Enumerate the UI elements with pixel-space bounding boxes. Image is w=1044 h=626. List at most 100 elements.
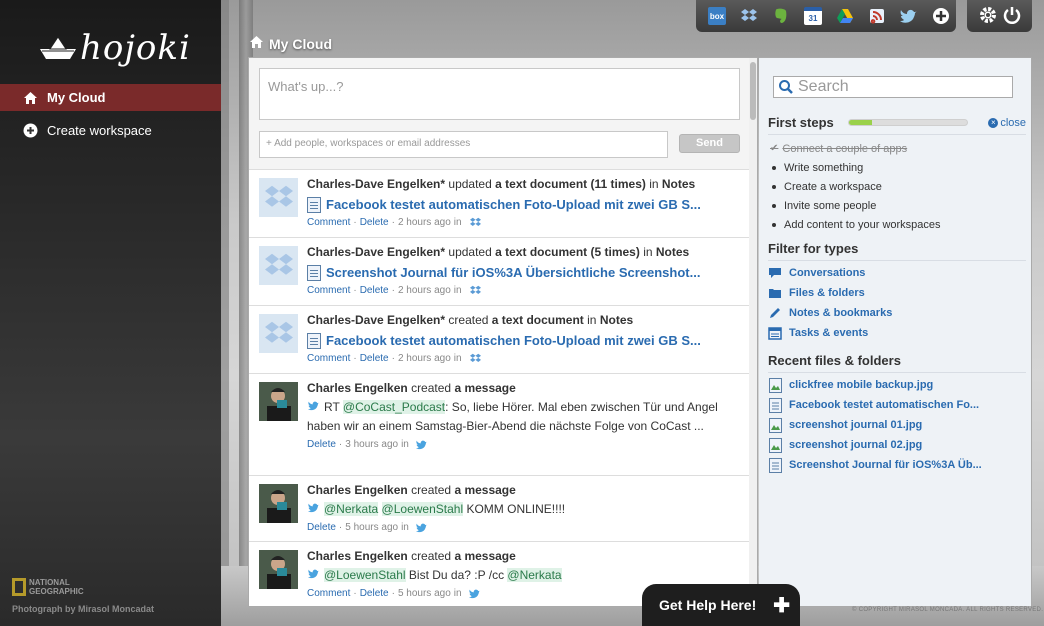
search-icon xyxy=(779,80,793,94)
twitter-icon xyxy=(416,439,429,450)
right-sidebar: Search First steps × close ✔ Connect a cou… xyxy=(759,57,1032,607)
step-item[interactable]: Create a workspace xyxy=(768,177,1026,196)
filter-files-folders[interactable]: Files & folders xyxy=(768,283,1026,303)
twitter-icon[interactable] xyxy=(896,3,922,29)
comment-link[interactable]: Comment xyxy=(307,353,350,364)
mention-link[interactable]: @LoewenStahl xyxy=(381,502,464,516)
status-input[interactable]: What's up...? xyxy=(259,68,740,120)
close-first-steps-button[interactable]: × close xyxy=(988,117,1026,129)
dropbox-icon xyxy=(469,285,482,296)
twitter-icon xyxy=(416,522,429,533)
get-help-button[interactable]: Get Help Here! ✚ xyxy=(642,584,800,626)
step-item[interactable]: Invite some people xyxy=(768,196,1026,215)
sidebar-item-label: Create workspace xyxy=(47,123,152,138)
evernote-icon[interactable] xyxy=(768,3,794,29)
recent-file-item[interactable]: clickfree mobile backup.jpg xyxy=(768,375,1026,395)
timestamp: 3 hours ago xyxy=(345,439,399,450)
author-link[interactable]: Charles Engelken xyxy=(307,483,408,497)
feed-item-header: Charles-Dave Engelken* updated a text do… xyxy=(307,177,696,191)
recent-files-list: clickfree mobile backup.jpg Facebook tes… xyxy=(768,375,1026,475)
delete-link[interactable]: Delete xyxy=(360,217,389,228)
message-text: @Nerkata @LoewenStahl KOMM ONLINE!!!! xyxy=(307,500,747,519)
document-link[interactable]: Screenshot Journal für iOS%3A Übersichtl… xyxy=(307,264,747,282)
document-icon xyxy=(768,397,782,413)
pencil-icon xyxy=(768,306,782,320)
recent-header: Recent files & folders xyxy=(768,353,1026,373)
delete-link[interactable]: Delete xyxy=(360,285,389,296)
step-item[interactable]: Write something xyxy=(768,158,1026,177)
dropbox-avatar xyxy=(259,314,298,353)
document-link[interactable]: Facebook testet automatischen Foto-Uploa… xyxy=(307,196,747,214)
delete-link[interactable]: Delete xyxy=(360,588,389,599)
search-input[interactable]: Search xyxy=(773,76,1013,98)
target-link[interactable]: Notes xyxy=(656,245,689,259)
avatar[interactable] xyxy=(259,382,298,421)
document-icon xyxy=(768,457,782,473)
document-icon xyxy=(307,265,321,281)
recent-file-item[interactable]: screenshot journal 02.jpg xyxy=(768,435,1026,455)
first-steps-list: ✔ Connect a couple of apps Write somethin… xyxy=(768,139,1026,234)
delete-link[interactable]: Delete xyxy=(307,522,336,533)
rss-icon[interactable] xyxy=(864,3,890,29)
filter-conversations[interactable]: Conversations xyxy=(768,263,1026,283)
document-link[interactable]: Facebook testet automatischen Foto-Uploa… xyxy=(307,332,747,350)
speech-bubble-icon xyxy=(768,266,782,280)
send-button[interactable]: Send xyxy=(679,134,740,153)
add-people-input[interactable]: + Add people, workspaces or email addres… xyxy=(259,131,668,158)
sidebar-item-my-cloud[interactable]: My Cloud xyxy=(0,84,221,111)
delete-link[interactable]: Delete xyxy=(307,439,336,450)
timestamp: 5 hours ago xyxy=(345,522,399,533)
sidebar-item-create-workspace[interactable]: Create workspace xyxy=(0,117,221,144)
filter-tasks-events[interactable]: Tasks & events xyxy=(768,323,1026,343)
author-link[interactable]: Charles Engelken xyxy=(307,381,408,395)
first-steps-progress xyxy=(847,119,968,126)
mention-link[interactable]: @Nerkata xyxy=(507,568,562,582)
feed-item-meta: Delete · 5 hours ago in xyxy=(307,522,747,533)
add-service-icon[interactable] xyxy=(928,3,954,29)
mention-link[interactable]: @LoewenStahl xyxy=(324,568,406,582)
filter-header: Filter for types xyxy=(768,241,1026,261)
gear-icon[interactable] xyxy=(978,5,998,28)
recent-file-item[interactable]: Facebook testet automatischen Fo... xyxy=(768,395,1026,415)
timestamp: 5 hours ago xyxy=(397,588,451,599)
filter-notes-bookmarks[interactable]: Notes & bookmarks xyxy=(768,303,1026,323)
feed-item-header: Charles Engelken created a message xyxy=(307,483,516,497)
avatar[interactable] xyxy=(259,550,298,589)
author-link[interactable]: Charles-Dave Engelken* xyxy=(307,177,445,191)
message-text: @LoewenStahl Bist Du da? :P /cc @Nerkata xyxy=(307,566,747,585)
author-link[interactable]: Charles-Dave Engelken* xyxy=(307,245,445,259)
scrollbar-thumb[interactable] xyxy=(750,62,756,120)
google-calendar-icon[interactable]: 31 xyxy=(800,3,826,29)
paper-boat-icon xyxy=(40,36,76,59)
avatar[interactable] xyxy=(259,484,298,523)
google-drive-icon[interactable] xyxy=(832,3,858,29)
app-logo[interactable]: hojoki xyxy=(38,28,191,68)
author-link[interactable]: Charles-Dave Engelken* xyxy=(307,313,445,327)
recent-file-item[interactable]: screenshot journal 01.jpg xyxy=(768,415,1026,435)
mention-link[interactable]: @CoCast_Podcast xyxy=(342,400,446,414)
box-icon[interactable]: box xyxy=(704,3,730,29)
author-link[interactable]: Charles Engelken xyxy=(307,549,408,563)
target-link[interactable]: Notes xyxy=(662,177,695,191)
recent-file-item[interactable]: Screenshot Journal für iOS%3A Üb... xyxy=(768,455,1026,475)
scrollbar[interactable] xyxy=(749,58,757,606)
step-item[interactable]: Add content to your workspaces xyxy=(768,215,1026,234)
comment-link[interactable]: Comment xyxy=(307,285,350,296)
composer: What's up...? + Add people, workspaces o… xyxy=(249,58,757,170)
timestamp: 2 hours ago xyxy=(397,217,451,228)
target-link[interactable]: Notes xyxy=(600,313,633,327)
copyright-notice: © COPYRIGHT MIRASOL MONCADA. ALL RIGHTS … xyxy=(852,607,1044,613)
mention-link[interactable]: @Nerkata xyxy=(324,502,379,516)
dropbox-icon xyxy=(469,217,482,228)
comment-link[interactable]: Comment xyxy=(307,588,350,599)
feed-item: Charles-Dave Engelken* updated a text do… xyxy=(249,170,757,238)
feed-item-meta: Comment · Delete · 2 hours ago in xyxy=(307,353,747,364)
dropbox-icon[interactable] xyxy=(736,3,762,29)
delete-link[interactable]: Delete xyxy=(360,353,389,364)
power-icon[interactable] xyxy=(1003,6,1021,27)
step-item[interactable]: ✔ Connect a couple of apps xyxy=(768,139,1026,158)
twitter-bird-icon xyxy=(307,503,320,514)
document-icon xyxy=(307,333,321,349)
comment-link[interactable]: Comment xyxy=(307,217,350,228)
calendar-icon xyxy=(768,326,782,340)
